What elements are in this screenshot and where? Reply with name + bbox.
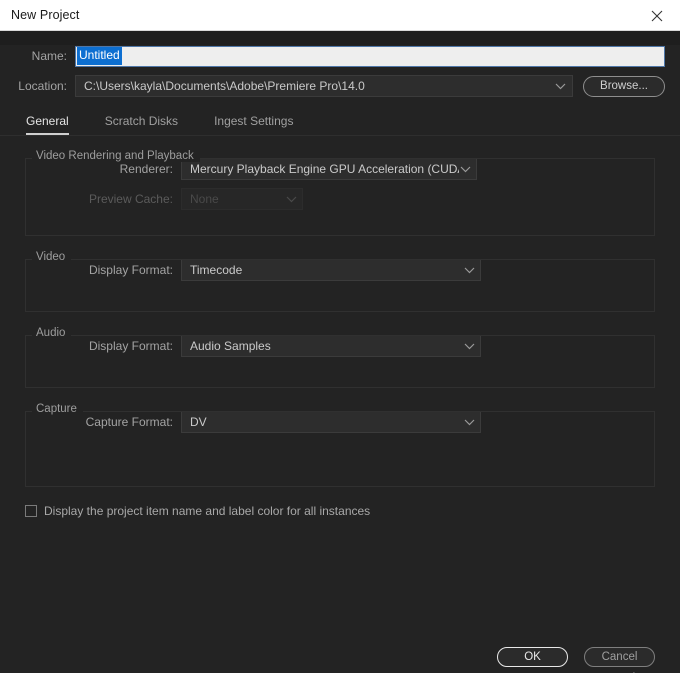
renderer-value: Mercury Playback Engine GPU Acceleration… (190, 162, 459, 176)
renderer-label: Renderer: (119, 162, 173, 176)
preview-cache-value: None (190, 192, 219, 206)
group-title-video: Video (32, 251, 72, 263)
video-display-format-row: Display Format: Timecode (26, 259, 654, 281)
group-title-video-rendering: Video Rendering and Playback (32, 150, 200, 162)
name-label: Name: (31, 49, 67, 63)
chevron-down-icon (459, 166, 471, 173)
dialog-title: New Project (11, 8, 80, 22)
audio-display-format-value: Audio Samples (190, 339, 271, 353)
capture-format-row: Capture Format: DV (26, 411, 654, 433)
renderer-dropdown[interactable]: Mercury Playback Engine GPU Acceleration… (181, 158, 477, 180)
video-display-format-label: Display Format: (88, 263, 173, 277)
chevron-down-icon (463, 267, 475, 274)
dialog-title-bar: New Project (0, 0, 680, 31)
chevron-down-icon (463, 343, 475, 350)
browse-button[interactable]: Browse... (583, 75, 665, 97)
preview-cache-dropdown: None (181, 188, 303, 210)
chevron-down-icon (285, 196, 297, 203)
location-dropdown[interactable]: C:\Users\kayla\Documents\Adobe\Premiere … (75, 75, 573, 97)
group-audio: Audio Display Format: Audio Samples (25, 327, 655, 388)
dialog-footer: OK Cancel (0, 647, 680, 667)
tab-general[interactable]: General (26, 114, 69, 135)
ok-button[interactable]: OK (497, 647, 568, 667)
audio-display-format-row: Display Format: Audio Samples (26, 335, 654, 357)
chevron-down-icon (554, 83, 566, 90)
preview-cache-row: Preview Cache: None (26, 188, 654, 210)
display-project-item-name-row: Display the project item name and label … (25, 504, 680, 518)
display-project-item-name-checkbox[interactable] (25, 505, 37, 517)
ok-button-label: OK (524, 651, 541, 663)
tab-ingest-settings[interactable]: Ingest Settings (214, 114, 293, 135)
audio-display-format-dropdown[interactable]: Audio Samples (181, 335, 481, 357)
preview-cache-label: Preview Cache: (88, 192, 173, 206)
group-capture: Capture Capture Format: DV (25, 403, 655, 487)
name-row: Name: Untitled (0, 45, 680, 67)
capture-format-value: DV (190, 415, 207, 429)
cancel-button-label: Cancel (601, 651, 638, 663)
project-name-input[interactable]: Untitled (75, 45, 665, 67)
dialog-body: Name: Untitled Location: C:\Users\kayla\… (0, 45, 680, 673)
location-value: C:\Users\kayla\Documents\Adobe\Premiere … (84, 79, 365, 93)
group-title-audio: Audio (32, 327, 72, 339)
close-icon (651, 10, 663, 22)
tab-scratch-disks[interactable]: Scratch Disks (105, 114, 178, 135)
close-button[interactable] (634, 0, 680, 31)
tab-bar: General Scratch Disks Ingest Settings (0, 110, 680, 136)
group-video-rendering-and-playback: Video Rendering and Playback Renderer: M… (25, 150, 655, 236)
cancel-button[interactable]: Cancel (584, 647, 655, 667)
capture-format-label: Capture Format: (85, 415, 173, 429)
location-row: Location: C:\Users\kayla\Documents\Adobe… (0, 75, 680, 97)
group-title-capture: Capture (32, 403, 83, 415)
chevron-down-icon (463, 419, 475, 426)
display-project-item-name-label[interactable]: Display the project item name and label … (44, 504, 370, 518)
browse-button-label: Browse... (600, 80, 648, 92)
project-name-value: Untitled (77, 47, 122, 65)
video-display-format-dropdown[interactable]: Timecode (181, 259, 481, 281)
video-display-format-value: Timecode (190, 263, 243, 277)
audio-display-format-label: Display Format: (88, 339, 173, 353)
location-label: Location: (18, 79, 67, 93)
capture-format-dropdown[interactable]: DV (181, 411, 481, 433)
group-video: Video Display Format: Timecode (25, 251, 655, 312)
